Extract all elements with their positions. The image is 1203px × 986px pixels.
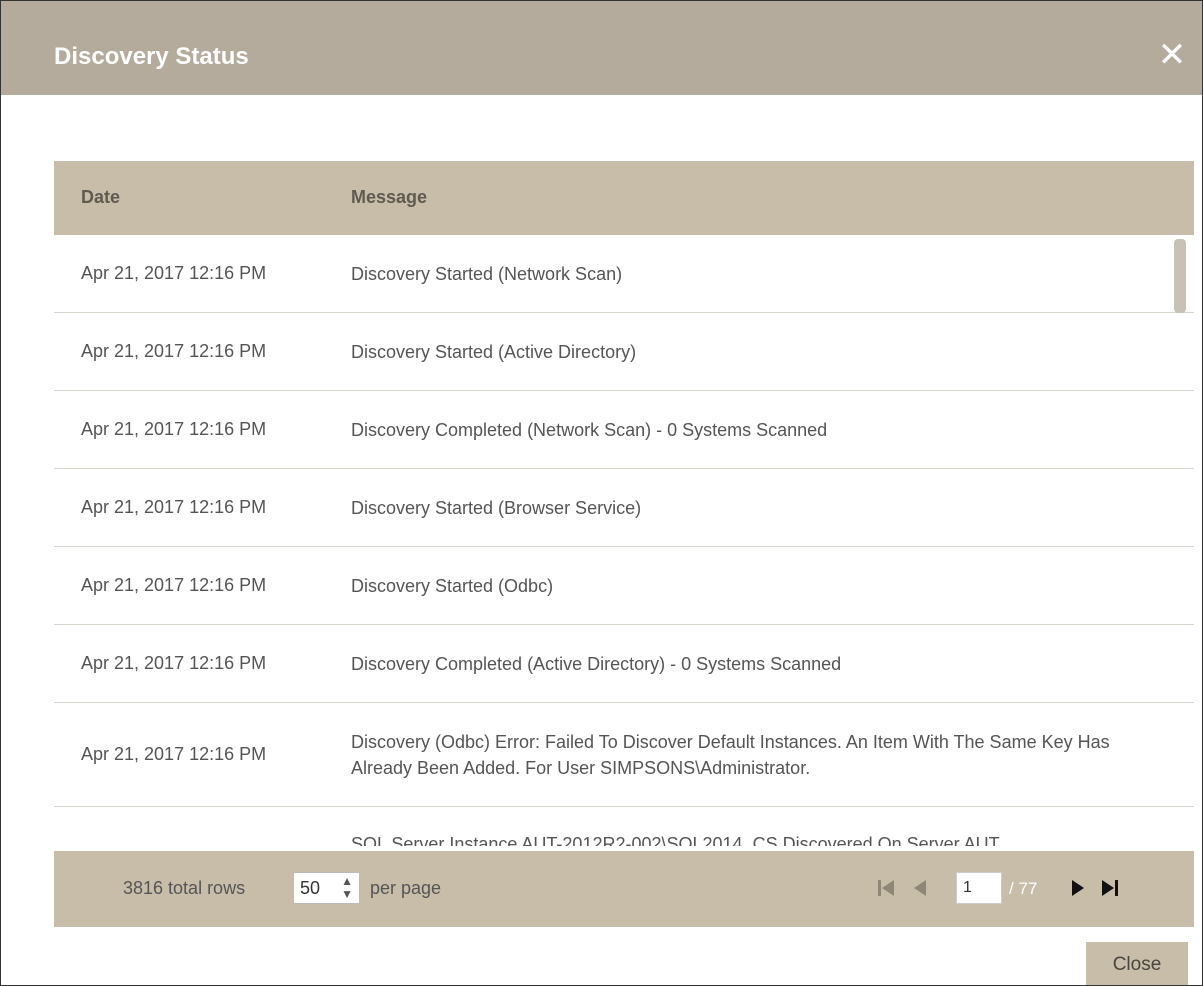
row-message: Discovery (Odbc) Error: Failed To Discov… [351,731,1110,778]
table-row: Apr 21, 2017 12:16 PM Discovery Started … [54,469,1194,547]
row-date: Apr 21, 2017 12:16 PM [81,575,267,595]
table-row: Apr 21, 2017 12:16 PM Discovery (Odbc) E… [54,703,1194,807]
table-row: Apr 21, 2017 12:16 PM Discovery Started … [54,313,1194,391]
total-pages-label: / 77 [1009,879,1038,898]
prev-page-icon[interactable] [910,874,930,902]
row-message: SQL Server Instance AUT-2012R2-002\SQL20… [351,834,1013,846]
last-page-icon[interactable] [1100,874,1120,902]
row-message: Discovery Started (Active Directory) [351,341,637,362]
close-icon[interactable]: ✕ [1156,38,1188,72]
dialog-titlebar: Discovery Status ✕ [1,1,1202,95]
discovery-grid: Date Message Apr 21, 2017 12:16 PM Disco… [54,161,1194,927]
row-date: Apr 21, 2017 12:16 PM [81,653,267,673]
table-row: SQL Server Instance AUT-2012R2-002\SQL20… [54,807,1194,846]
discovery-status-dialog: Discovery Status ✕ Date Message Apr 21, … [0,0,1203,986]
table-row: Apr 21, 2017 12:16 PM Discovery Started … [54,547,1194,625]
grid-pager: 3816 total rows 50 ▲ ▼ per page 1 / 77 [54,851,1194,927]
row-message: Discovery Completed (Active Directory) -… [351,653,842,674]
row-date: Apr 21, 2017 12:16 PM [81,744,267,764]
row-message: Discovery Started (Odbc) [351,575,554,596]
row-date: Apr 21, 2017 12:16 PM [81,419,267,439]
row-date: Apr 21, 2017 12:16 PM [81,341,267,361]
first-page-icon[interactable] [876,874,896,902]
page-size-stepper[interactable]: 50 ▲ ▼ [293,872,360,904]
page-size-value: 50 [300,878,321,898]
table-row: Apr 21, 2017 12:16 PM Discovery Complete… [54,391,1194,469]
table-row: Apr 21, 2017 12:16 PM Discovery Complete… [54,625,1194,703]
column-header-message[interactable]: Message [351,187,427,208]
grid-header: Date Message [54,161,1194,235]
row-date: Apr 21, 2017 12:16 PM [81,497,267,517]
next-page-icon[interactable] [1068,874,1088,902]
current-page-input[interactable]: 1 [956,872,1002,904]
grid-scrollbar-thumb[interactable] [1174,239,1186,313]
row-message: Discovery Completed (Network Scan) - 0 S… [351,419,828,440]
spinner-arrows-icon[interactable]: ▲ ▼ [341,875,353,901]
row-message: Discovery Started (Browser Service) [351,497,642,518]
close-button[interactable]: Close [1086,942,1188,985]
row-date: Apr 21, 2017 12:16 PM [81,263,267,283]
dialog-title: Discovery Status [54,43,249,70]
total-rows-label: 3816 total rows [123,878,246,898]
row-message: Discovery Started (Network Scan) [351,263,623,284]
per-page-label: per page [370,878,442,898]
table-row: Apr 21, 2017 12:16 PM Discovery Started … [54,235,1194,313]
column-header-date[interactable]: Date [81,187,120,208]
grid-body[interactable]: Apr 21, 2017 12:16 PM Discovery Started … [54,235,1194,846]
